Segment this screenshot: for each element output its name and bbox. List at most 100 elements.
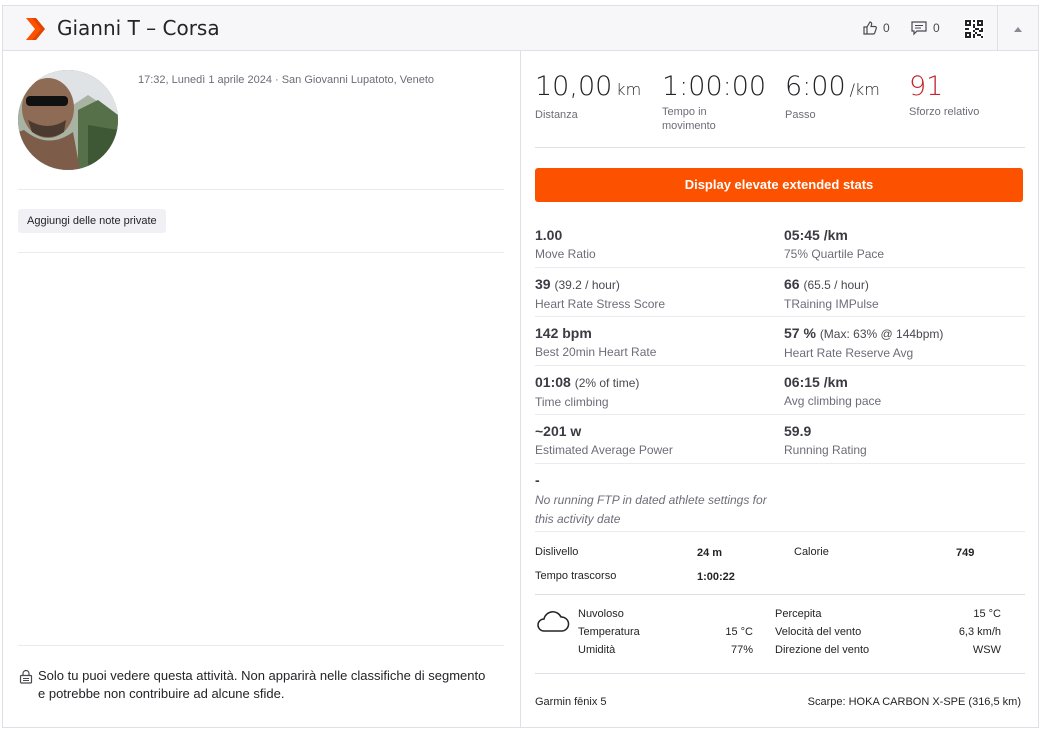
extended-stats-grid: 1.00 Move Ratio 05:45 /km 75% Quartile P… [535, 219, 1025, 532]
temperature-value: 15 °C [725, 626, 753, 638]
wind-direction-value: WSW [972, 644, 1001, 656]
elapsed-time-label: Tempo trascorso [535, 570, 617, 582]
athlete-avatar[interactable] [18, 70, 118, 170]
wind-speed-label: Velocità del vento [775, 626, 862, 638]
activity-header: Gianni T – Corsa 0 0 [3, 6, 1038, 51]
stat-label: Estimated Average Power [535, 443, 673, 457]
stat-label: TRaining IMPulse [784, 297, 879, 311]
stat-extra: (2% of time) [574, 376, 640, 390]
activity-card: Gianni T – Corsa 0 0 17:32, Lunedì 1 apr… [2, 5, 1039, 728]
stat-value: 1.00 [535, 227, 563, 243]
privacy-notice: Solo tu puoi vedere questa attività. Non… [19, 667, 489, 703]
stat-label: Running Rating [784, 443, 867, 457]
stat-value: 05:45 /km [784, 227, 848, 243]
extended-stat: ~201 w Estimated Average Power [535, 422, 673, 458]
stat-pace-label: Passo [785, 109, 816, 121]
stat-moving-time: 1:00:00 Tempo in movimento [662, 71, 766, 133]
stat-pace: 6:00/km Passo [785, 71, 880, 122]
stat-distance-unit: km [616, 80, 642, 99]
stat-extra: (39.2 / hour) [554, 278, 620, 292]
extended-stat: 06:15 /km Avg climbing pace [784, 373, 881, 409]
feels-like-value: 15 °C [973, 608, 1001, 620]
activity-stats-right: 10,00 km Distanza 1:00:00 Tempo in movime… [522, 51, 1038, 727]
extended-stats-row: 39 (39.2 / hour) Heart Rate Stress Score… [535, 268, 1025, 317]
athlete-photo [18, 70, 118, 170]
header-divider [997, 6, 998, 50]
humidity-value: 77% [730, 644, 753, 656]
weather-condition: Nuvoloso [578, 608, 624, 620]
weather-panel: Nuvoloso Temperatura 15 °C Umidità 77% P… [535, 604, 1025, 674]
comments-button[interactable]: 0 [910, 20, 940, 36]
extended-stats-row: ~201 w Estimated Average Power 59.9 Runn… [535, 415, 1025, 464]
humidity-label: Umidità [578, 644, 616, 656]
device-name: Garmin fēnix 5 [535, 696, 607, 708]
add-private-notes-button[interactable]: Aggiungi delle note private [18, 209, 166, 233]
collapse-caret-icon[interactable] [1012, 24, 1024, 34]
stat-label: Avg climbing pace [784, 394, 882, 408]
wind-speed-value: 6,3 km/h [958, 626, 1001, 638]
temperature-label: Temperatura [578, 626, 640, 638]
more-stats: Dislivello 24 m Calorie 749 Tempo trasco… [535, 539, 1025, 595]
calories-label: Calorie [794, 546, 829, 558]
feels-like-label: Percepita [775, 608, 822, 620]
extended-stat: 05:45 /km 75% Quartile Pace [784, 226, 884, 262]
extended-stats-row: 142 bpm Best 20min Heart Rate 57 % (Max:… [535, 317, 1025, 366]
stat-pace-unit: /km [849, 80, 880, 99]
extended-stats-row: 01:08 (2% of time) Time climbing 06:15 /… [535, 366, 1025, 415]
calories-value: 749 [956, 547, 975, 559]
stat-value: 57 % [784, 325, 816, 341]
extended-stats-row: 1.00 Move Ratio 05:45 /km 75% Quartile P… [535, 219, 1025, 268]
stat-label: Heart Rate Stress Score [535, 297, 666, 311]
activity-summary-left: 17:32, Lunedì 1 aprile 2024 · San Giovan… [3, 51, 521, 727]
thumbs-up-icon [863, 21, 877, 35]
stat-distance: 10,00 km Distanza [535, 71, 641, 122]
extended-stat: 39 (39.2 / hour) Heart Rate Stress Score [535, 275, 665, 312]
qr-code-icon[interactable] [964, 19, 984, 39]
divider [18, 252, 504, 253]
strava-chevron-icon [26, 18, 45, 40]
elevation-label: Dislivello [535, 546, 579, 558]
extended-stat: 66 (65.5 / hour) TRaining IMPulse [784, 275, 879, 312]
divider [535, 147, 1025, 148]
activity-title: Gianni T – Corsa [57, 16, 220, 40]
extended-stat: 01:08 (2% of time) Time climbing [535, 373, 639, 410]
stat-label: Move Ratio [535, 247, 596, 261]
activity-datetime-location: 17:32, Lunedì 1 aprile 2024 · San Giovan… [138, 74, 435, 86]
elevation-value: 24 m [697, 547, 723, 559]
kudos-button[interactable]: 0 [862, 20, 890, 36]
stat-extra: (65.5 / hour) [803, 278, 869, 292]
divider [18, 645, 504, 646]
stat-value: 01:08 [535, 374, 571, 390]
cloud-icon [537, 611, 570, 632]
extended-stat: 59.9 Running Rating [784, 422, 867, 458]
elapsed-time-value: 1:00:22 [697, 571, 735, 583]
extended-stat: 142 bpm Best 20min Heart Rate [535, 324, 656, 360]
shoes-info[interactable]: Scarpe: HOKA CARBON X-SPE (316,5 km) [765, 696, 1021, 708]
extended-stat: 57 % (Max: 63% @ 144bpm) Heart Rate Rese… [784, 324, 943, 361]
stat-value: 142 bpm [535, 325, 592, 341]
extended-stat: 1.00 Move Ratio [535, 226, 596, 262]
stat-moving-time-value: 1:00:00 [662, 71, 767, 102]
stat-label: Best 20min Heart Rate [535, 345, 657, 359]
running-ftp-row: - No running FTP in dated athlete settin… [535, 464, 1025, 532]
divider [18, 189, 504, 190]
stat-label: 75% Quartile Pace [784, 247, 885, 261]
stat-value: 66 [784, 276, 800, 292]
stat-relative-effort[interactable]: 91 Sforzo relativo [909, 71, 979, 119]
elevate-extended-stats-button[interactable]: Display elevate extended stats [535, 168, 1023, 202]
primary-stats: 10,00 km Distanza 1:00:00 Tempo in movime… [535, 71, 1025, 143]
stat-distance-label: Distanza [535, 109, 578, 121]
stat-value: 39 [535, 276, 551, 292]
ftp-value: - [535, 472, 540, 488]
stat-label: Time climbing [535, 395, 609, 409]
stat-moving-time-label: Tempo in movimento [662, 106, 716, 132]
stat-value: ~201 w [535, 423, 582, 439]
lock-icon [19, 669, 33, 684]
comment-icon [911, 21, 927, 36]
kudos-count: 0 [883, 21, 890, 35]
stat-value: 59.9 [784, 423, 812, 439]
stat-relative-effort-value: 91 [909, 71, 944, 102]
stat-pace-value: 6:00 [785, 71, 846, 102]
stat-value: 06:15 /km [784, 374, 848, 390]
ftp-note: No running FTP in dated athlete settings… [535, 493, 767, 526]
